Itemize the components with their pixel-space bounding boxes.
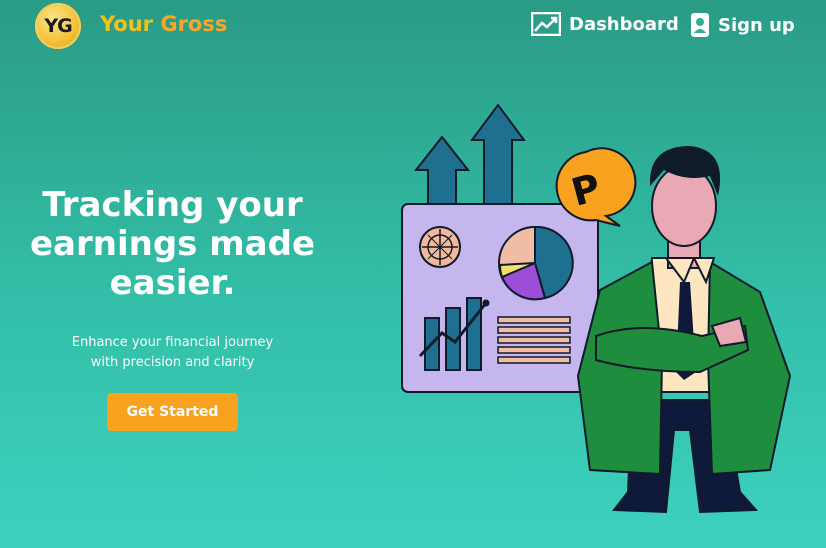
hero-headline-line: Tracking your [42,185,303,225]
compass-icon [419,226,461,268]
finance-illustration: P [401,103,792,514]
hero-subtext-line: with precision and clarity [90,355,255,370]
user-badge-icon [691,13,709,37]
logo-text: YG [44,15,72,37]
brand-name[interactable]: Your Gross [100,12,227,36]
hero-headline-line: earnings made [29,224,315,264]
get-started-button[interactable]: Get Started [107,393,238,431]
logo-badge[interactable]: YG [35,3,81,49]
growth-arrows-icon [413,103,526,206]
hero-subtext: Enhance your financial journey with prec… [30,333,315,373]
nav-signup-label: Sign up [718,14,795,36]
brand-name-part1: Your [100,12,154,36]
brand-name-part2: Gross [160,12,228,36]
nav-dashboard-label: Dashboard [569,13,679,35]
chart-line-icon [531,12,561,36]
nav-signup[interactable]: Sign up [690,12,795,38]
pie-chart-icon [498,225,574,301]
nav-dashboard[interactable]: Dashboard [531,12,679,36]
hero-headline-line: easier. [109,263,236,303]
hero-subtext-line: Enhance your financial journey [71,335,274,350]
hero-headline: Tracking your earnings made easier. [20,186,325,303]
